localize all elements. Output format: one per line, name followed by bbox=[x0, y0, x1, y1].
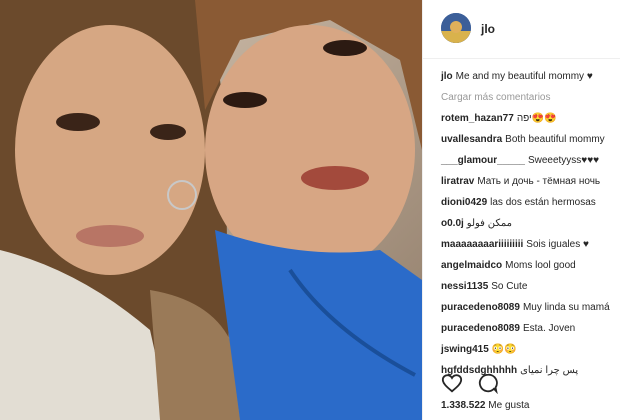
comment-row: puracedeno8089 Esta. Joven bbox=[441, 322, 620, 343]
comment-user[interactable]: o0.0j bbox=[441, 218, 464, 229]
comment-user[interactable]: liratrav bbox=[441, 176, 474, 187]
likes-label: Me gusta bbox=[488, 400, 530, 411]
comment-row: maaaaaaaariiiiiiiii Sois iguales ♥ bbox=[441, 238, 620, 259]
avatar-image bbox=[441, 13, 471, 43]
post-photo bbox=[0, 0, 422, 420]
comment-user[interactable]: angelmaidco bbox=[441, 260, 502, 271]
post-actions bbox=[441, 372, 509, 395]
comment-row: jswing415 😳😳 bbox=[441, 343, 620, 364]
comment-row: angelmaidco Moms lool good bbox=[441, 259, 620, 280]
comment-row: liratrav Мать и дочь - тёмная ночь bbox=[441, 175, 620, 196]
comment-text: Muy linda su mamá bbox=[522, 302, 610, 313]
comment-text: 😳😳 bbox=[491, 344, 517, 355]
comment-text: پس چرا نمیای bbox=[520, 365, 579, 376]
comment-text: Moms lool good bbox=[505, 260, 576, 271]
post-header: jlo bbox=[423, 0, 620, 59]
caption-user[interactable]: jlo bbox=[441, 71, 453, 82]
comment-row: puracedeno8089 Muy linda su mamá bbox=[441, 301, 620, 322]
likes-number: 1.338.522 bbox=[441, 400, 486, 411]
comment-user[interactable]: rotem_hazan77 bbox=[441, 113, 514, 124]
comment-text: יפה😍😍 bbox=[516, 113, 557, 124]
comment-text: Sois iguales ♥ bbox=[526, 239, 589, 250]
comment-row: ___glamour_____ Sweeetyyss♥♥♥ bbox=[441, 154, 620, 175]
comment-user[interactable]: puracedeno8089 bbox=[441, 323, 520, 334]
comment-row: o0.0j ممكن فولو bbox=[441, 217, 620, 238]
comment-user[interactable]: uvallesandra bbox=[441, 134, 502, 145]
comment-row: rotem_hazan77 יפה😍😍 bbox=[441, 112, 620, 133]
comment-user[interactable]: puracedeno8089 bbox=[441, 302, 520, 313]
comment-text: So Cute bbox=[491, 281, 528, 292]
heart-icon[interactable] bbox=[441, 372, 463, 394]
comment-text: ممكن فولو bbox=[466, 218, 513, 229]
username[interactable]: jlo bbox=[481, 22, 495, 36]
comment-text: Мать и дочь - тёмная ночь bbox=[477, 176, 601, 187]
comment-text: las dos están hermosas bbox=[490, 197, 596, 208]
comment-text: Esta. Joven bbox=[522, 323, 576, 334]
comment-icon[interactable] bbox=[477, 372, 499, 395]
likes-count[interactable]: 1.338.522 Me gusta bbox=[441, 400, 529, 411]
caption: jlo Me and my beautiful mommy ♥ bbox=[441, 70, 620, 91]
comment-user[interactable]: ___glamour_____ bbox=[441, 155, 525, 166]
comment-user[interactable]: jswing415 bbox=[441, 344, 489, 355]
comment-user[interactable]: nessi1135 bbox=[441, 281, 488, 292]
load-more-comments[interactable]: Cargar más comentarios bbox=[441, 91, 620, 112]
avatar[interactable] bbox=[441, 13, 471, 43]
comment-user[interactable]: maaaaaaaariiiiiiiii bbox=[441, 239, 523, 250]
comments-list: jlo Me and my beautiful mommy ♥ Cargar má… bbox=[441, 70, 620, 385]
caption-text: Me and my beautiful mommy ♥ bbox=[455, 71, 593, 82]
comment-text: Sweeetyyss♥♥♥ bbox=[527, 155, 600, 166]
comment-text: Both beautiful mommy bbox=[505, 134, 605, 145]
comment-row: uvallesandra Both beautiful mommy bbox=[441, 133, 620, 154]
comments-panel: jlo jlo Me and my beautiful mommy ♥ Carga… bbox=[422, 0, 620, 420]
comment-row: nessi1135 So Cute bbox=[441, 280, 620, 301]
comment-user[interactable]: dioni0429 bbox=[441, 197, 487, 208]
comment-row: dioni0429 las dos están hermosas bbox=[441, 196, 620, 217]
